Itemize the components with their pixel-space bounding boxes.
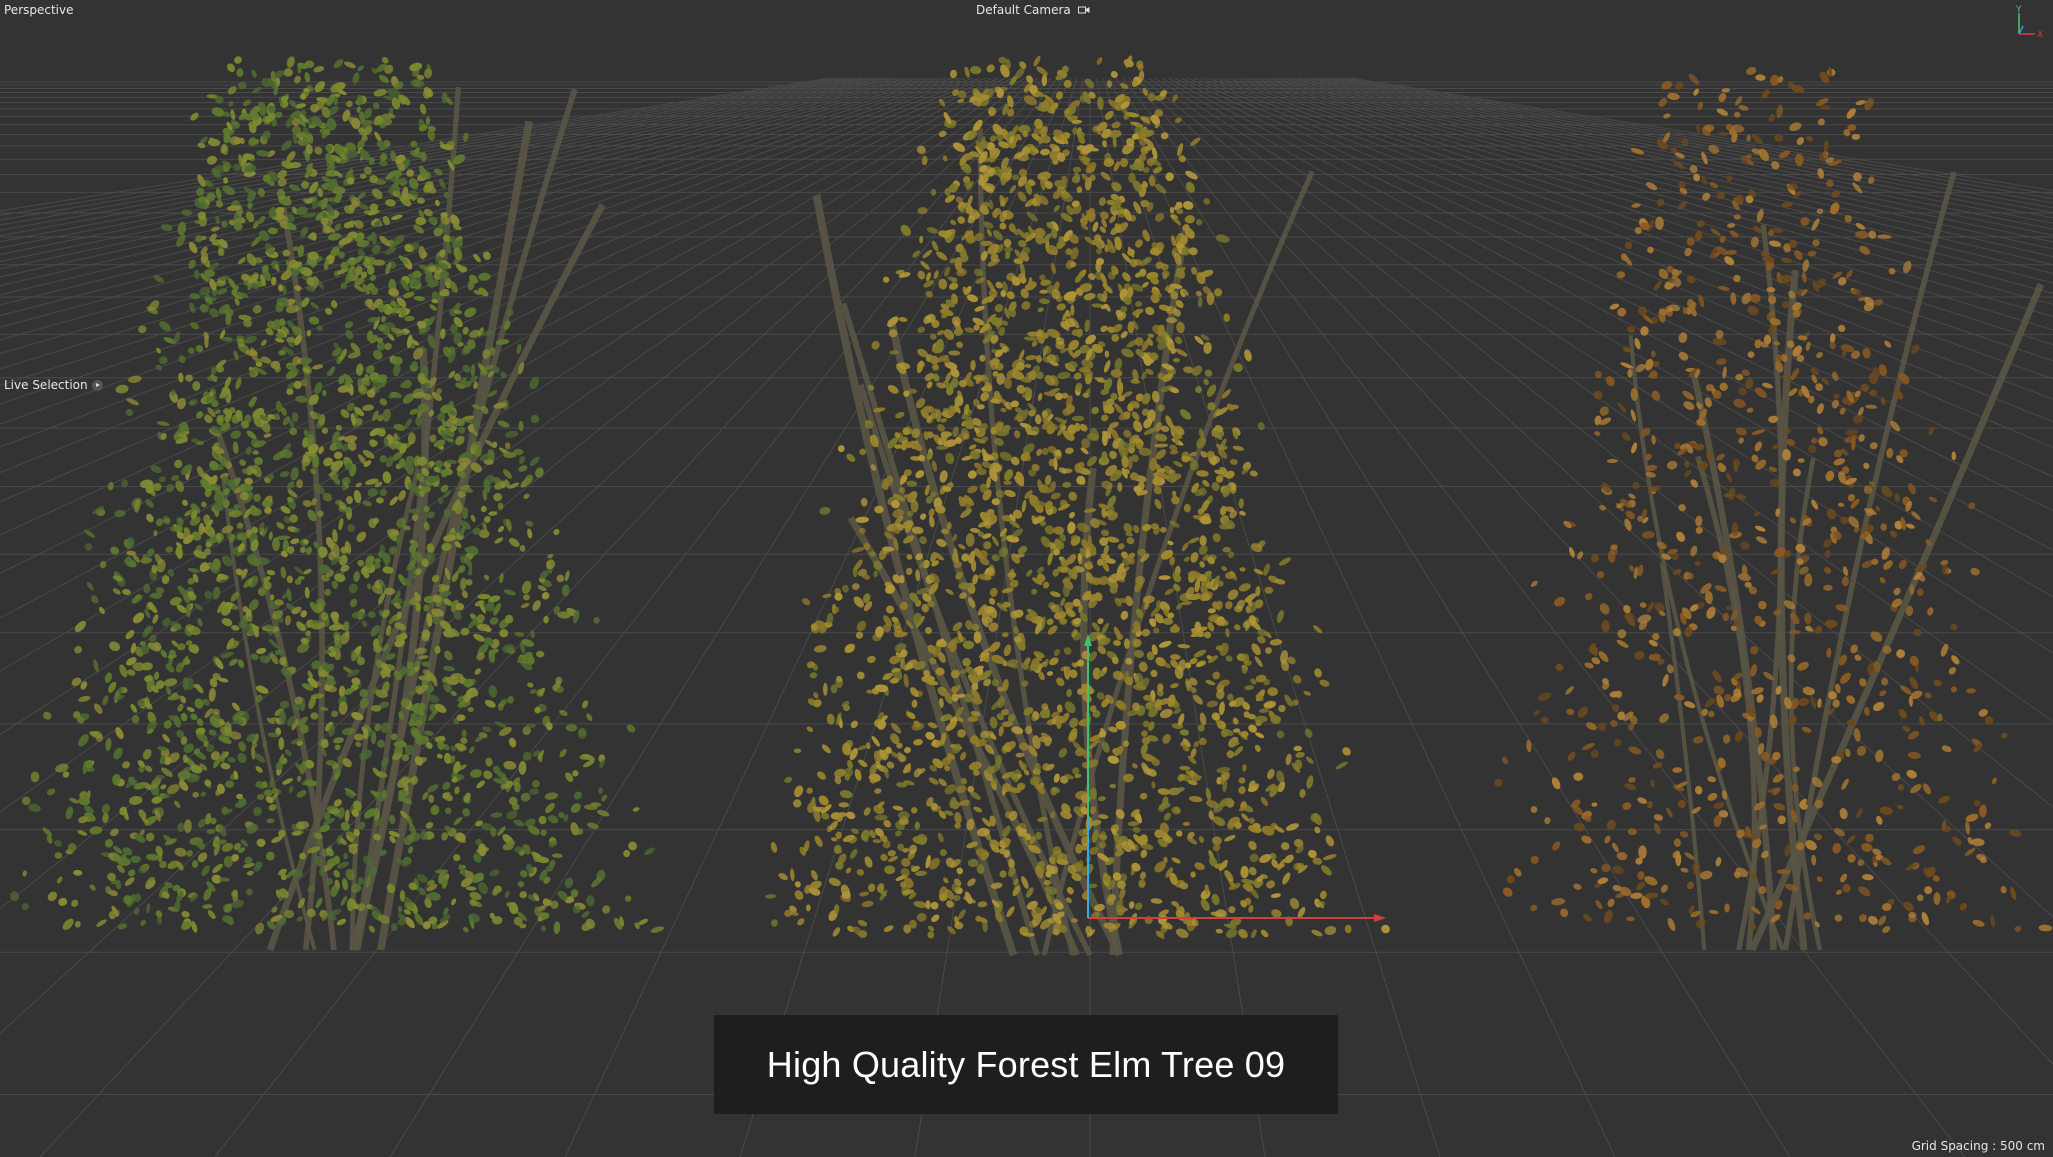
3d-viewport[interactable]: Perspective Default Camera Live Selectio… xyxy=(0,0,2053,1157)
grid-spacing-label: Grid Spacing : 500 cm xyxy=(1911,1139,2045,1153)
live-selection-hud[interactable]: Live Selection xyxy=(4,378,103,392)
gizmo-x-arrow xyxy=(1374,914,1386,922)
viewport-scene[interactable] xyxy=(0,0,2053,1157)
caption-banner: High Quality Forest Elm Tree 09 xyxy=(714,1015,1338,1114)
play-icon xyxy=(91,380,103,391)
axis-y-label: Y xyxy=(2015,5,2022,15)
camera-icon xyxy=(1077,4,1090,18)
camera-menu[interactable]: Default Camera xyxy=(976,3,1090,18)
tool-name-label: Live Selection xyxy=(4,378,88,392)
view-name-label[interactable]: Perspective xyxy=(4,3,74,17)
caption-title: High Quality Forest Elm Tree 09 xyxy=(766,1043,1286,1085)
camera-name-label: Default Camera xyxy=(976,3,1071,17)
trees-group xyxy=(10,55,2053,957)
axis-gizmo-icon: Y X xyxy=(2015,5,2043,40)
tree-yellow xyxy=(765,55,1390,957)
axis-x-label: X xyxy=(2037,30,2043,40)
